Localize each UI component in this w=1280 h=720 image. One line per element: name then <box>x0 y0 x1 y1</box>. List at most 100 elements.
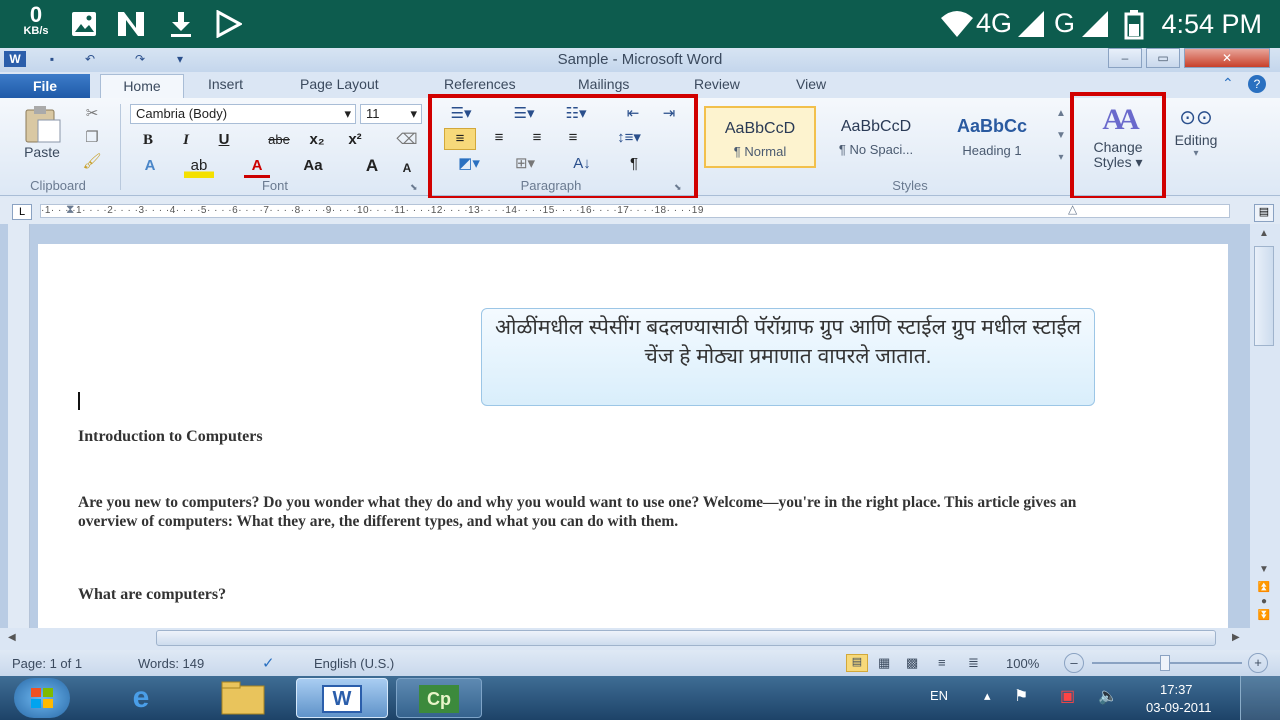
next-page-icon[interactable]: ⏬ <box>1256 610 1272 624</box>
show-formatting-button[interactable]: ¶ <box>622 154 646 176</box>
captivate-taskbar-button[interactable]: Cp <box>396 678 482 718</box>
ruler-scale[interactable]: ·1· · · ·1· · · ·2· · · ·3· · · ·4· · · … <box>40 204 1230 218</box>
sort-icon[interactable]: A↓ <box>566 154 598 176</box>
style-heading-1[interactable]: AaBbCc Heading 1 <box>936 106 1048 168</box>
proofing-icon[interactable]: ✓ <box>262 654 275 672</box>
web-layout-view-icon[interactable]: ▩ <box>906 655 918 671</box>
scroll-left-icon[interactable]: ◀ <box>8 632 16 643</box>
print-layout-view-icon[interactable]: ▤ <box>846 654 868 672</box>
bold-button[interactable]: B <box>136 130 160 152</box>
page-count[interactable]: Page: 1 of 1 <box>12 656 82 671</box>
paragraph-intro[interactable]: Are you new to computers? Do you wonder … <box>78 493 1088 531</box>
strikethrough-button[interactable]: abe <box>262 130 296 152</box>
file-explorer-icon[interactable] <box>208 678 278 718</box>
document-page[interactable]: ओळींमधील स्पेसींग बदलण्यासाठी पॅरॉग्राफ … <box>38 244 1228 628</box>
draft-view-icon[interactable]: ≣ <box>968 655 979 671</box>
paste-label[interactable]: Paste <box>18 142 66 164</box>
borders-icon[interactable]: ⊞▾ <box>502 154 548 176</box>
scroll-thumb[interactable] <box>1254 246 1274 346</box>
paste-button[interactable] <box>20 104 64 144</box>
maximize-button[interactable]: ▭ <box>1146 48 1180 68</box>
multilevel-list-icon[interactable]: ☷▾ <box>556 104 596 126</box>
previous-page-icon[interactable]: ⏫ <box>1256 582 1272 596</box>
heading-introduction[interactable]: Introduction to Computers <box>78 428 263 446</box>
font-name-combo[interactable]: Cambria (Body) ▾ <box>130 104 356 124</box>
word-count[interactable]: Words: 149 <box>138 656 204 671</box>
minimize-ribbon-icon[interactable]: ⌃ <box>1222 75 1234 92</box>
style-normal[interactable]: AaBbCcD ¶ Normal <box>704 106 816 168</box>
shrink-font-button[interactable]: A <box>396 158 418 180</box>
shading-icon[interactable]: ◩▾ <box>446 154 492 176</box>
taskbar-clock-time[interactable]: 17:37 <box>1160 682 1193 697</box>
zoom-level[interactable]: 100% <box>1006 656 1039 671</box>
text-effects-icon[interactable]: A <box>136 156 164 178</box>
taskbar-clock-date[interactable]: 03-09-2011 <box>1146 700 1212 715</box>
align-right-button[interactable]: ≡ <box>522 128 552 150</box>
grow-font-button[interactable]: A <box>360 156 384 178</box>
numbering-icon[interactable]: ☰▾ <box>504 104 544 126</box>
tray-expand-icon[interactable]: ▴ <box>984 688 991 704</box>
select-browse-object-icon[interactable]: ● <box>1256 596 1272 610</box>
decrease-indent-icon[interactable]: ⇤ <box>620 104 646 126</box>
tab-selector-icon[interactable]: L <box>12 204 32 220</box>
network-tray-icon[interactable]: ▣ <box>1060 686 1075 706</box>
tab-mailings[interactable]: Mailings <box>578 76 629 92</box>
tab-page-layout[interactable]: Page Layout <box>300 76 379 92</box>
align-left-button[interactable]: ≡ <box>444 128 476 150</box>
horizontal-scrollbar[interactable]: ◀ ▶ <box>0 628 1280 650</box>
editing-button[interactable]: ⊙⊙ Editing ▾ <box>1168 104 1224 174</box>
tab-home[interactable]: Home <box>100 74 184 98</box>
underline-button[interactable]: U <box>212 130 236 152</box>
internet-explorer-icon[interactable]: e <box>106 678 176 718</box>
right-indent-marker[interactable]: △ <box>1068 202 1080 222</box>
language-tray[interactable]: EN <box>930 688 948 703</box>
paragraph-dialog-launcher-icon[interactable]: ⬊ <box>674 182 682 193</box>
vertical-scrollbar[interactable]: ▲ ▼ ⏫ ● ⏬ <box>1250 224 1280 628</box>
scroll-down-icon[interactable]: ▼ <box>1256 564 1272 578</box>
tab-references[interactable]: References <box>444 76 516 92</box>
align-center-button[interactable]: ≡ <box>484 128 514 150</box>
outline-view-icon[interactable]: ≡ <box>938 655 946 670</box>
full-screen-view-icon[interactable]: ▦ <box>878 655 890 671</box>
style-no-spacing[interactable]: AaBbCcD ¶ No Spaci... <box>820 106 932 168</box>
bullets-icon[interactable]: ☰▾ <box>446 104 476 126</box>
styles-more-icon[interactable]: ▾ <box>1052 148 1070 170</box>
word-taskbar-button[interactable]: W <box>296 678 388 718</box>
tab-insert[interactable]: Insert <box>208 76 243 92</box>
italic-button[interactable]: I <box>174 130 198 152</box>
justify-button[interactable]: ≡ <box>558 128 588 150</box>
highlight-icon[interactable]: ab <box>184 156 214 178</box>
format-painter-icon[interactable]: 🖌 <box>80 152 104 174</box>
styles-scroll-down-icon[interactable]: ▼ <box>1052 126 1070 148</box>
scroll-right-icon[interactable]: ▶ <box>1232 632 1240 643</box>
action-center-flag-icon[interactable]: ⚑ <box>1014 686 1028 706</box>
font-dialog-launcher-icon[interactable]: ⬊ <box>410 182 418 193</box>
change-styles-button[interactable]: AA Change Styles ▾ <box>1080 100 1156 188</box>
styles-scroll-up-icon[interactable]: ▲ <box>1052 104 1070 126</box>
tab-file[interactable]: File <box>0 74 90 98</box>
start-orb-icon[interactable] <box>14 678 70 718</box>
scroll-up-icon[interactable]: ▲ <box>1256 228 1272 242</box>
cut-icon[interactable]: ✂ <box>80 104 104 126</box>
line-spacing-icon[interactable]: ↕≡▾ <box>608 128 650 150</box>
view-ruler-icon[interactable]: ▤ <box>1254 204 1274 222</box>
zoom-slider-thumb[interactable] <box>1160 655 1170 671</box>
hscroll-thumb[interactable] <box>156 630 1216 646</box>
tab-review[interactable]: Review <box>694 76 740 92</box>
zoom-in-icon[interactable]: + <box>1248 653 1268 673</box>
language-indicator[interactable]: English (U.S.) <box>314 656 394 671</box>
show-desktop-button[interactable] <box>1240 676 1280 720</box>
superscript-button[interactable]: x² <box>342 130 368 152</box>
help-icon[interactable]: ? <box>1248 75 1266 93</box>
heading-what-are-computers[interactable]: What are computers? <box>78 586 226 604</box>
subscript-button[interactable]: x₂ <box>304 130 330 152</box>
font-size-combo[interactable]: 11 ▾ <box>360 104 422 124</box>
increase-indent-icon[interactable]: ⇥ <box>656 104 682 126</box>
left-indent-marker[interactable]: ⧗ <box>66 202 78 222</box>
font-color-icon[interactable]: A <box>244 156 270 178</box>
change-case-button[interactable]: Aa <box>296 156 330 178</box>
close-button[interactable]: ✕ <box>1184 48 1270 68</box>
zoom-out-icon[interactable]: – <box>1064 653 1084 673</box>
tab-view[interactable]: View <box>796 76 826 92</box>
clear-formatting-icon[interactable]: ⌫ <box>394 130 420 152</box>
